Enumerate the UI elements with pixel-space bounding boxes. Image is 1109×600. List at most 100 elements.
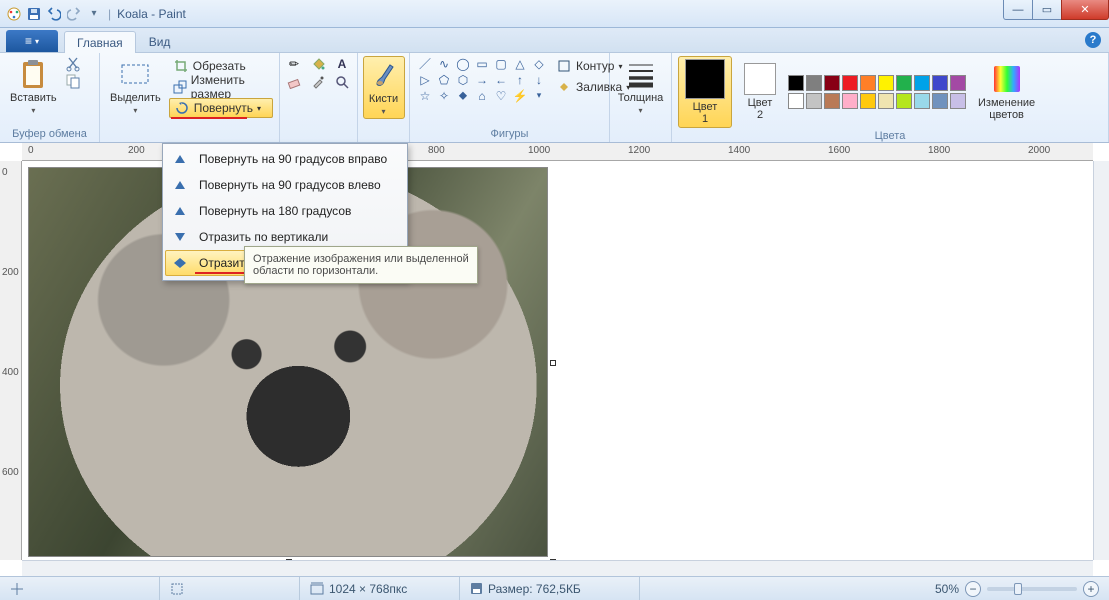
color-cell[interactable] [896,75,912,91]
rotate-icon [174,100,190,116]
window-controls: — ▭ ✕ [1004,0,1109,20]
rotate-item-icon [169,150,191,168]
color-cell[interactable] [788,93,804,109]
rotate-button[interactable]: Повернуть▾ [169,98,273,118]
text-icon[interactable]: A [334,56,350,72]
tab-view[interactable]: Вид [136,30,184,52]
brush-icon [368,59,400,91]
rotate-item-icon [169,228,191,246]
zoom-control: 50% − + [925,581,1109,597]
color-cell[interactable] [788,75,804,91]
color-cell[interactable] [932,75,948,91]
resize-handle-e[interactable] [550,360,556,366]
color-cell[interactable] [860,93,876,109]
eraser-icon[interactable] [286,74,302,90]
help-icon[interactable]: ? [1085,32,1101,48]
color-cell[interactable] [806,75,822,91]
crop-icon [173,58,189,74]
select-button[interactable]: Выделить ▾ [106,56,165,117]
group-colors: Цвет 1 Цвет 2 Изменение цветов Цвета [672,53,1109,142]
fill-icon [556,79,572,95]
line-weight-icon [625,58,657,90]
zoom-out-button[interactable]: − [965,581,981,597]
group-brushes: Кисти ▾ [358,53,410,142]
color-palette[interactable] [788,75,966,109]
status-bar: 1024 × 768пкс Размер: 762,5КБ 50% − + [0,576,1109,600]
redo-icon[interactable] [66,6,82,22]
cut-icon[interactable] [65,56,81,72]
color-cell[interactable] [896,93,912,109]
save-icon[interactable] [26,6,42,22]
color-cell[interactable] [824,93,840,109]
minimize-button[interactable]: — [1003,0,1033,20]
rotate-menu-item[interactable]: Повернуть на 90 градусов вправо [165,146,405,172]
size-button[interactable]: Толщина ▾ [614,56,668,117]
crosshair-icon [10,582,24,596]
zoom-slider[interactable] [987,587,1077,591]
ribbon-tab-row: ≡ Главная Вид ? [0,28,1109,53]
group-clipboard: Вставить ▾ Буфер обмена [0,53,100,142]
eyedropper-icon[interactable] [310,74,326,90]
clipboard-icon [17,58,49,90]
paint-app-icon [6,6,22,22]
rotate-menu-item[interactable]: Повернуть на 180 градусов [165,198,405,224]
zoom-value: 50% [935,582,959,596]
color-cell[interactable] [824,75,840,91]
rotate-item-label: Повернуть на 90 градусов вправо [199,152,387,166]
zoom-slider-thumb[interactable] [1014,583,1022,595]
file-menu-button[interactable]: ≡ [6,30,58,52]
magnifier-icon[interactable] [334,74,350,90]
quick-access-toolbar: ▾ [0,6,108,22]
color-cell[interactable] [914,93,930,109]
close-button[interactable]: ✕ [1061,0,1109,20]
selection-size-cell [160,577,300,600]
color-cell[interactable] [914,75,930,91]
edit-colors-button[interactable]: Изменение цветов [974,61,1039,123]
selection-size-icon [170,582,184,596]
pencil-icon[interactable]: ✏ [286,56,302,72]
group-tools: ✏ A [280,53,358,142]
maximize-button[interactable]: ▭ [1032,0,1062,20]
color2-button[interactable]: Цвет 2 [740,61,780,123]
brushes-button[interactable]: Кисти ▾ [363,56,405,119]
color-cell[interactable] [950,75,966,91]
color1-swatch [685,59,725,99]
color-cell[interactable] [842,93,858,109]
copy-icon[interactable] [65,73,81,89]
qat-dropdown-icon[interactable]: ▾ [86,6,102,22]
cursor-position-cell [0,577,160,600]
color-cell[interactable] [860,75,876,91]
file-size-cell: Размер: 762,5КБ [460,577,640,600]
color2-swatch [744,63,776,95]
bucket-icon[interactable] [310,56,326,72]
color-cell[interactable] [878,93,894,109]
color1-button[interactable]: Цвет 1 [678,56,732,128]
vertical-scrollbar[interactable] [1093,161,1109,560]
rotate-item-icon [169,254,191,272]
color-cell[interactable] [806,93,822,109]
ribbon: Вставить ▾ Буфер обмена Выделить ▾ Обрез… [0,53,1109,143]
zoom-in-button[interactable]: + [1083,581,1099,597]
rotate-item-icon [169,202,191,220]
color-cell[interactable] [950,93,966,109]
color-cell[interactable] [878,75,894,91]
horizontal-scrollbar[interactable] [22,560,1093,576]
undo-icon[interactable] [46,6,62,22]
shape-palette[interactable]: ／∿◯▭▢△◇ ▷⬠⬡→←↑↓ ☆✧⬥⌂♡⚡▾ [416,56,548,103]
outline-icon [556,58,572,74]
window-title: Koala - Paint [117,7,186,21]
vertical-ruler: 0200400600 [0,161,22,560]
title-bar: ▾ | Koala - Paint — ▭ ✕ [0,0,1109,28]
color-cell[interactable] [842,75,858,91]
tab-home[interactable]: Главная [64,31,136,53]
color-cell[interactable] [932,93,948,109]
resize-icon [173,79,187,95]
rotate-item-label: Отразить по вертикали [199,230,328,244]
resize-button[interactable]: Изменить размер [169,77,273,97]
group-image: Выделить ▾ Обрезать Изменить размер Пове… [100,53,280,142]
rotate-menu-item[interactable]: Повернуть на 90 градусов влево [165,172,405,198]
rotate-item-label: Повернуть на 180 градусов [199,204,351,218]
paste-button[interactable]: Вставить ▾ [6,56,61,117]
group-shapes: ／∿◯▭▢△◇ ▷⬠⬡→←↑↓ ☆✧⬥⌂♡⚡▾ Контур▾ Заливка▾… [410,53,610,142]
canvas-dimensions-cell: 1024 × 768пкс [300,577,460,600]
